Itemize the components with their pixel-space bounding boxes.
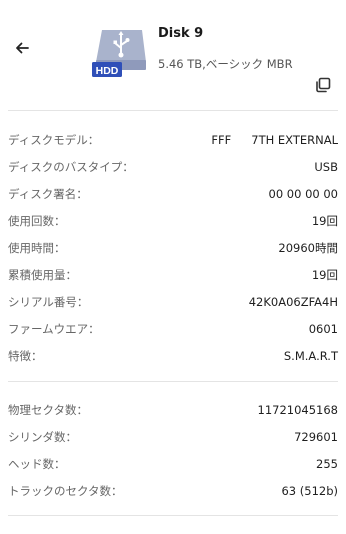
info-row-features: 特徴： S.M.A.R.T [8, 342, 338, 369]
info-row-firmware: ファームウエア： 0601 [8, 315, 338, 342]
disk-title: Disk 9 [158, 26, 204, 41]
copy-icon [316, 77, 331, 93]
info-value: 0601 [308, 321, 338, 336]
info-row-sectors-per-track: トラックのセクタ数： 63 (512b) [8, 477, 338, 504]
info-group-geometry: 物理セクタ数： 11721045168 シリンダ数： 729601 ヘッド数： … [8, 396, 338, 504]
info-value: USB [314, 159, 338, 174]
model-vendor: FFF [211, 132, 232, 147]
info-value: S.M.A.R.T [283, 348, 338, 363]
hdd-usb-icon: HDD [92, 30, 146, 77]
info-value: FFF 7TH EXTERNAL [211, 133, 338, 147]
divider-top [8, 110, 338, 111]
info-value: 20960時間 [278, 240, 338, 255]
copy-button[interactable] [314, 76, 332, 94]
back-button[interactable] [10, 36, 34, 60]
hdd-badge-text: HDD [96, 65, 119, 77]
info-row-physical-sectors: 物理セクタ数： 11721045168 [8, 396, 338, 423]
info-label: 使用回数： [8, 213, 66, 228]
info-row-cumulative-usage: 累積使用量： 19回 [8, 261, 338, 288]
info-label: ファームウエア： [8, 321, 100, 336]
info-label: 物理セクタ数： [8, 402, 89, 417]
info-value: 255 [316, 456, 338, 471]
info-value: 19回 [311, 267, 338, 282]
info-label: トラックのセクタ数： [8, 483, 123, 498]
info-row-bus-type: ディスクのバスタイプ： USB [8, 153, 338, 180]
info-row-cylinders: シリンダ数： 729601 [8, 423, 338, 450]
info-row-signature: ディスク署名： 00 00 00 00 [8, 180, 338, 207]
disk-subtitle: 5.46 TB,ベーシック MBR [158, 57, 293, 71]
divider-bottom [8, 515, 338, 516]
info-row-use-count: 使用回数： 19回 [8, 207, 338, 234]
arrow-left-icon [16, 42, 29, 54]
info-row-serial: シリアル番号： 42K0A06ZFA4H [8, 288, 338, 315]
info-label: ヘッド数： [8, 456, 66, 471]
info-value: 729601 [294, 429, 338, 444]
info-label: ディスクのバスタイプ： [8, 159, 134, 174]
info-label: シリンダ数： [8, 429, 77, 444]
model-name: 7TH EXTERNAL [251, 132, 338, 147]
info-label: 使用時間： [8, 240, 66, 255]
info-value: 00 00 00 00 [268, 186, 339, 201]
info-label: ディスクモデル： [8, 132, 100, 147]
info-label: シリアル番号： [8, 294, 89, 309]
info-group-general: ディスクモデル： FFF 7TH EXTERNAL ディスクのバスタイプ： US… [8, 126, 338, 369]
divider-middle [8, 381, 338, 382]
info-row-disk-model: ディスクモデル： FFF 7TH EXTERNAL [8, 126, 338, 153]
info-label: 特徴： [8, 348, 43, 363]
info-row-heads: ヘッド数： 255 [8, 450, 338, 477]
info-row-use-time: 使用時間： 20960時間 [8, 234, 338, 261]
info-value: 42K0A06ZFA4H [248, 294, 338, 309]
info-value: 63 (512b) [281, 483, 338, 498]
info-value: 11721045168 [257, 402, 338, 417]
info-label: 累積使用量： [8, 267, 77, 282]
info-label: ディスク署名： [8, 186, 88, 201]
info-value: 19回 [311, 213, 338, 228]
